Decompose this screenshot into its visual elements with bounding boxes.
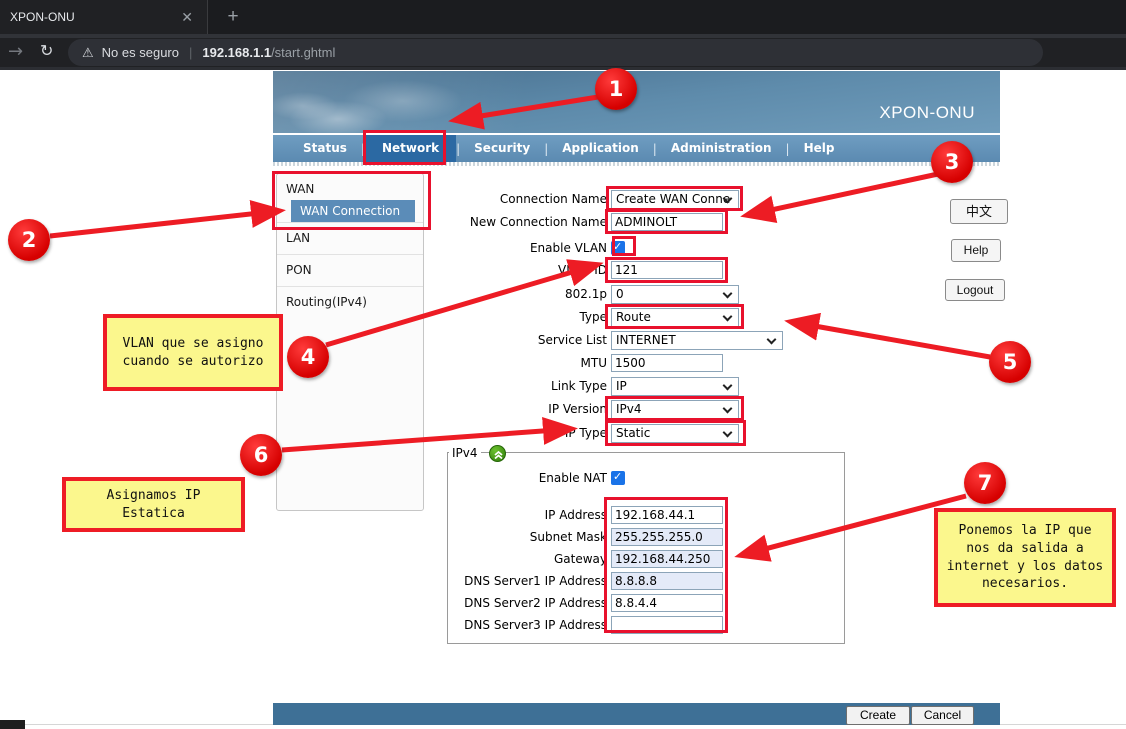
tab-title: XPON-ONU bbox=[10, 10, 177, 24]
create-button[interactable]: Create bbox=[846, 706, 910, 725]
8021p-select[interactable]: 0 bbox=[611, 285, 739, 304]
tab-administration[interactable]: Administration bbox=[657, 135, 786, 162]
step-2-badge: 2 bbox=[8, 219, 50, 261]
highlight-type bbox=[605, 304, 744, 329]
new-tab-button[interactable]: + bbox=[220, 5, 246, 31]
note-vlan: VLAN que se asigno cuando se autorizo bbox=[103, 314, 283, 391]
step-1-badge: 1 bbox=[595, 68, 637, 110]
chevron-down-icon bbox=[723, 380, 733, 390]
highlight-connection-name bbox=[606, 186, 743, 211]
not-secure-label: No es seguro bbox=[102, 45, 179, 60]
highlight-vlan-id bbox=[605, 257, 728, 283]
browser-toolbar: → ↻ ⚠ No es seguro | 192.168.1.1 /start.… bbox=[0, 34, 1126, 70]
collapse-icon[interactable] bbox=[489, 445, 506, 462]
page-title: XPON-ONU bbox=[879, 103, 975, 123]
highlight-enable-vlan bbox=[612, 236, 636, 256]
ipv4-legend: IPv4 bbox=[449, 446, 481, 460]
url-path: /start.ghtml bbox=[271, 45, 335, 60]
step-7-badge: 7 bbox=[964, 462, 1006, 504]
chevron-down-icon bbox=[767, 334, 777, 344]
chevron-down-icon bbox=[723, 288, 733, 298]
url-separator: | bbox=[189, 45, 192, 60]
tab-close-icon[interactable]: ✕ bbox=[177, 9, 197, 26]
highlight-ip-type bbox=[605, 420, 746, 446]
step-5-badge: 5 bbox=[989, 341, 1031, 383]
step-3-badge: 3 bbox=[931, 141, 973, 183]
link-type-select[interactable]: IP bbox=[611, 377, 739, 396]
row-mtu: MTU bbox=[430, 353, 723, 373]
note-static-ip: Asignamos IP Estatica bbox=[62, 477, 245, 532]
not-secure-warning-icon: ⚠ bbox=[82, 45, 94, 61]
row-enable-nat: Enable NAT bbox=[430, 468, 625, 488]
highlight-ip-version bbox=[605, 396, 744, 421]
cancel-button[interactable]: Cancel bbox=[911, 706, 974, 725]
logout-button[interactable]: Logout bbox=[945, 279, 1005, 301]
row-link-type: Link Type IP bbox=[430, 376, 739, 396]
sidebar-item-routing[interactable]: Routing(IPv4) bbox=[277, 286, 423, 318]
page-banner: XPON-ONU bbox=[273, 71, 1000, 133]
service-list-select[interactable]: INTERNET bbox=[611, 331, 783, 350]
row-service-list: Service List INTERNET bbox=[430, 330, 783, 350]
note-ip-data: Ponemos la IP que nos da salida a intern… bbox=[934, 508, 1116, 607]
row-8021p: 802.1p 0 bbox=[430, 284, 739, 304]
browser-tab[interactable]: XPON-ONU ✕ bbox=[0, 0, 208, 34]
reload-icon[interactable]: ↻ bbox=[40, 41, 53, 60]
tab-security[interactable]: Security bbox=[460, 135, 544, 162]
highlight-wan-connection bbox=[272, 171, 431, 230]
sidebar-item-pon[interactable]: PON bbox=[277, 254, 423, 286]
tab-application[interactable]: Application bbox=[548, 135, 653, 162]
address-bar[interactable]: ⚠ No es seguro | 192.168.1.1 /start.ghtm… bbox=[68, 39, 1043, 66]
highlight-ip-fields bbox=[604, 497, 728, 633]
language-button[interactable]: 中文 bbox=[950, 199, 1008, 224]
help-button[interactable]: Help bbox=[951, 239, 1001, 262]
forward-icon[interactable]: → bbox=[8, 41, 23, 62]
enable-nat-checkbox[interactable] bbox=[611, 471, 625, 485]
step-4-badge: 4 bbox=[287, 336, 329, 378]
mtu-input[interactable] bbox=[611, 354, 723, 372]
step-6-badge: 6 bbox=[240, 434, 282, 476]
browser-tab-strip: XPON-ONU ✕ + bbox=[0, 0, 1126, 34]
tab-status[interactable]: Status bbox=[289, 135, 361, 162]
row-enable-vlan: Enable VLAN bbox=[430, 238, 625, 258]
highlight-network-tab bbox=[363, 130, 446, 165]
status-bubble bbox=[0, 720, 25, 729]
url-host: 192.168.1.1 bbox=[202, 45, 271, 60]
highlight-new-connection-name bbox=[605, 209, 728, 234]
tab-help[interactable]: Help bbox=[790, 135, 849, 162]
